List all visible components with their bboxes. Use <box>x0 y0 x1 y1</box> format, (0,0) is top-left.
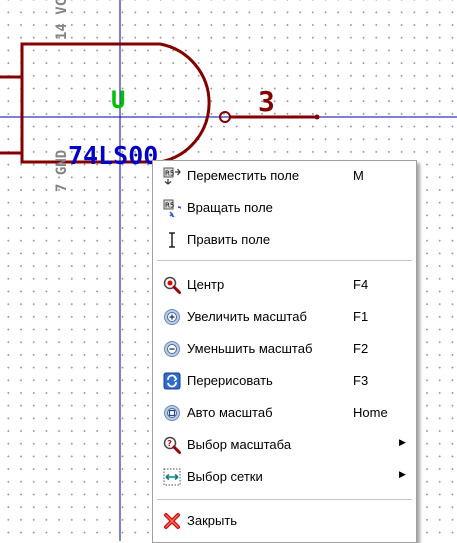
part-value-field[interactable]: 74LS00 <box>68 141 158 170</box>
menu-item-zoom-select[interactable]: ? Выбор масштаба ▶ <box>153 432 416 458</box>
vcc-pin-label: 14 VCC <box>54 0 70 40</box>
menu-item-label: Уменьшить масштаб <box>187 341 313 356</box>
menu-item-label: Выбор сетки <box>187 469 263 484</box>
submenu-arrow-icon: ▶ <box>399 437 406 447</box>
menu-item-label: Авто масштаб <box>187 405 273 420</box>
zoom-center-icon <box>163 276 181 294</box>
menu-item-label: Перерисовать <box>187 373 273 388</box>
redraw-icon <box>163 372 181 390</box>
menu-separator <box>157 499 412 501</box>
svg-text:R5: R5 <box>165 170 174 178</box>
menu-item-shortcut: M <box>353 168 364 183</box>
pin-end-marker <box>314 114 320 120</box>
menu-item-shortcut: Home <box>353 405 388 420</box>
submenu-arrow-icon: ▶ <box>399 469 406 479</box>
menu-item-move-field[interactable]: R5 Переместить поле M <box>153 163 416 189</box>
menu-item-label: Выбор масштаба <box>187 437 292 452</box>
menu-item-close[interactable]: Закрыть <box>153 508 416 534</box>
grid-select-icon <box>163 468 181 486</box>
menu-item-label: Править поле <box>187 232 271 247</box>
menu-item-zoom-auto[interactable]: Авто масштаб Home <box>153 400 416 426</box>
zoom-in-icon <box>164 309 180 325</box>
menu-item-label: Вращать поле <box>187 200 273 215</box>
menu-item-shortcut: F2 <box>353 341 369 356</box>
menu-item-shortcut: F3 <box>353 373 369 388</box>
zoom-out-icon <box>164 341 180 357</box>
close-icon <box>164 513 180 529</box>
menu-item-grid-select[interactable]: Выбор сетки ▶ <box>153 464 416 490</box>
context-menu: R5 Переместить поле M R5 Вращать поле Пр… <box>152 160 417 543</box>
menu-item-edit-field[interactable]: Править поле <box>153 227 416 253</box>
menu-item-shortcut: F4 <box>353 277 369 292</box>
svg-text:?: ? <box>167 439 172 448</box>
menu-item-zoom-out[interactable]: Уменьшить масштаб F2 <box>153 336 416 362</box>
zoom-select-icon: ? <box>163 436 181 454</box>
svg-text:R5: R5 <box>165 202 174 210</box>
menu-item-center[interactable]: Центр F4 <box>153 272 416 298</box>
zoom-auto-icon <box>164 405 180 421</box>
menu-item-redraw[interactable]: Перерисовать F3 <box>153 368 416 394</box>
menu-item-label: Закрыть <box>187 513 238 528</box>
menu-item-rotate-field[interactable]: R5 Вращать поле <box>153 195 416 221</box>
menu-item-label: Центр <box>187 277 225 292</box>
edit-field-icon <box>169 232 175 248</box>
move-field-icon: R5 <box>163 167 181 185</box>
menu-item-zoom-in[interactable]: Увеличить масштаб F1 <box>153 304 416 330</box>
menu-item-shortcut: F1 <box>353 309 369 324</box>
output-pin-number: 3 <box>258 85 275 118</box>
menu-separator <box>157 260 412 262</box>
rotate-field-icon: R5 <box>163 199 181 217</box>
menu-item-label: Переместить поле <box>187 168 300 183</box>
unit-reference[interactable]: U <box>111 86 125 114</box>
menu-item-label: Увеличить масштаб <box>187 309 307 324</box>
